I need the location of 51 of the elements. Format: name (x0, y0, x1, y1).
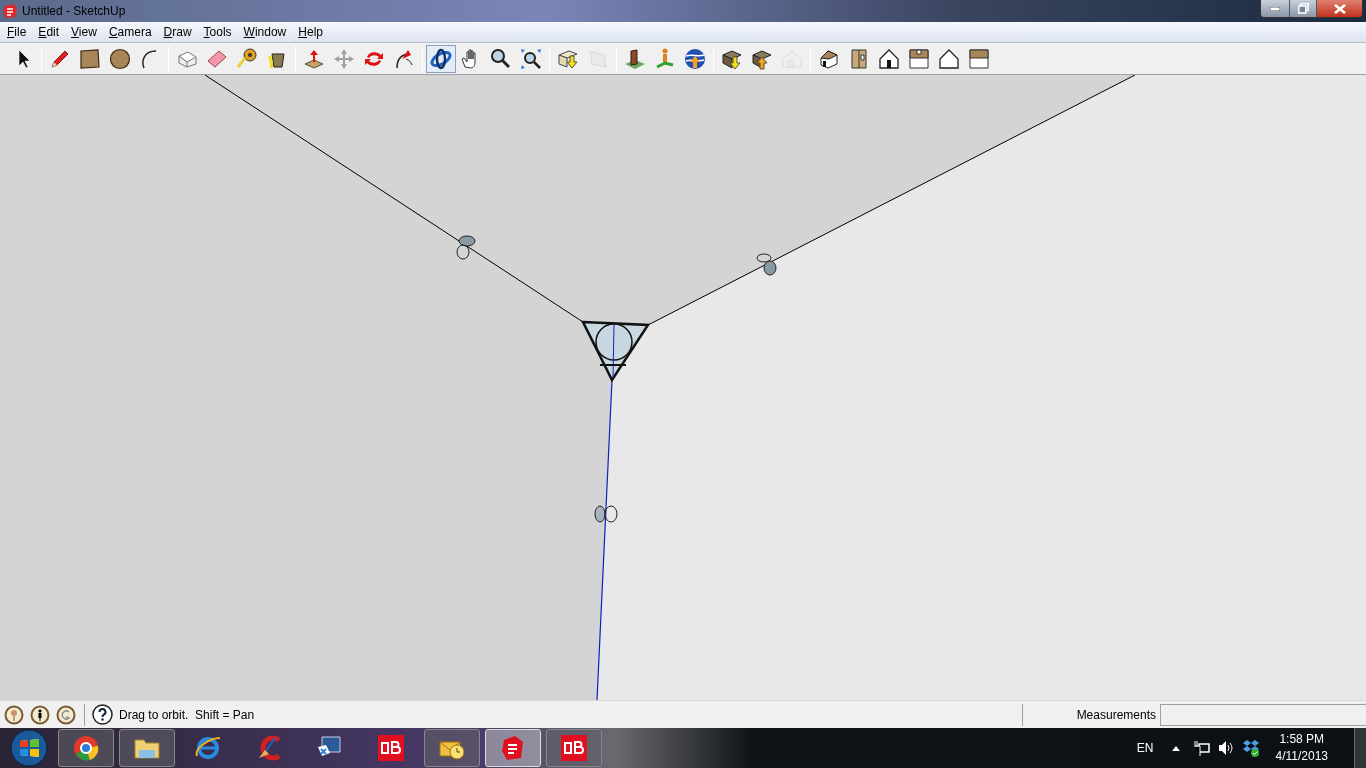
credits-icon[interactable] (56, 704, 76, 725)
close-icon (1333, 3, 1346, 14)
rotation-handle-icon (594, 505, 618, 523)
caret-up-icon[interactable] (1171, 745, 1180, 751)
taskbar-app[interactable] (119, 729, 175, 767)
clock-date[interactable]: 4/11/2013 (1275, 748, 1328, 765)
building-model-icon (623, 46, 647, 71)
orbit-cursor-drawing (580, 320, 651, 383)
speaker-icon[interactable] (1217, 740, 1234, 756)
measurements-field[interactable] (1160, 703, 1366, 726)
menu-item[interactable]: View (65, 22, 103, 42)
person-icon[interactable] (30, 704, 50, 725)
app-logo-icon (2, 3, 18, 19)
chrome-icon (72, 734, 100, 762)
circle-icon (108, 46, 132, 71)
network-icon[interactable] (1193, 740, 1210, 756)
clock-time[interactable]: 1:58 PM (1279, 731, 1325, 748)
qb-logo-icon (377, 734, 405, 762)
window-title: Untitled - SketchUp (22, 3, 126, 20)
menu-item[interactable]: File (1, 22, 33, 42)
start-button[interactable] (10, 729, 48, 767)
menu-item[interactable]: Window (237, 22, 293, 42)
taskbar-app[interactable] (546, 729, 602, 767)
menu-item[interactable]: Tools (197, 22, 238, 42)
measurements-label: Measurements (1076, 706, 1156, 724)
magnifier-icon (489, 46, 513, 71)
zoom-extents-icon (519, 46, 543, 71)
taskbar-app[interactable] (58, 729, 114, 767)
restore-button[interactable] (1289, 0, 1316, 17)
dropbox-icon[interactable] (1241, 739, 1260, 757)
tool-button[interactable] (426, 44, 456, 73)
globe-upload-icon (683, 46, 707, 71)
language-indicator[interactable]: EN (1136, 739, 1154, 757)
house-top-icon (907, 46, 931, 71)
status-hint: Drag to orbit. Shift = Pan (119, 706, 255, 724)
menu-item[interactable]: Camera (102, 22, 158, 42)
restore-icon (1297, 3, 1309, 14)
close-button[interactable] (1316, 0, 1362, 17)
minimize-icon (1270, 6, 1280, 11)
menu-item[interactable]: Draw (157, 22, 198, 42)
orbit-icon (429, 46, 453, 71)
menu-item[interactable]: Edit (32, 22, 66, 42)
taskbar-app[interactable] (424, 729, 480, 767)
qb-logo-icon (560, 734, 588, 762)
menu-item[interactable]: Help (292, 22, 329, 42)
globe-e-icon (194, 734, 222, 762)
geo-location-icon[interactable] (4, 704, 24, 725)
rotation-handle-icon (456, 235, 476, 260)
rotation-handle-icon (756, 253, 777, 276)
help-icon[interactable] (92, 704, 113, 725)
house-side-icon (967, 46, 991, 71)
